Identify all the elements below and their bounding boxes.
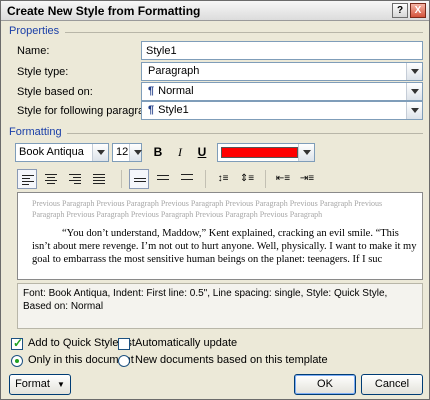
italic-button[interactable]: I — [170, 142, 190, 162]
single-spacing-button[interactable] — [129, 169, 149, 189]
style-type-label: Style type: — [17, 66, 69, 78]
formatting-section-label: Formatting — [9, 126, 62, 138]
justify-button[interactable] — [89, 169, 109, 189]
increase-indent-icon: ⇥≡ — [299, 173, 315, 184]
paragraph-style-icon: ¶ — [148, 85, 155, 97]
add-quick-style-checkbox[interactable] — [11, 336, 23, 350]
style-type-value: Paragraph — [148, 65, 200, 77]
double-spacing-button[interactable] — [177, 169, 197, 189]
chevron-down-icon[interactable] — [129, 144, 142, 161]
font-select[interactable]: Book Antiqua — [15, 143, 109, 162]
sample-paragraph-preview: “You don’t understand, Maddow,” Kent exp… — [32, 228, 417, 265]
decrease-indent-icon: ⇤≡ — [275, 173, 291, 184]
bold-button[interactable]: B — [148, 142, 168, 162]
paragraph-style-icon: ¶ — [148, 104, 155, 116]
based-on-label: Style based on: — [17, 86, 93, 98]
chevron-down-icon[interactable] — [92, 144, 108, 161]
title-bar: Create New Style from Formatting ? X — [1, 1, 429, 21]
increase-paragraph-spacing-icon: ↕≡ — [217, 173, 229, 184]
format-menu-button[interactable]: Format ▼ — [9, 374, 71, 395]
increase-indent-button[interactable]: ⇥≡ — [297, 169, 317, 189]
chevron-down-icon[interactable] — [406, 102, 422, 119]
chevron-down-icon[interactable] — [298, 144, 314, 161]
help-button[interactable]: ? — [392, 3, 408, 18]
properties-divider — [65, 32, 423, 33]
only-this-document-radio[interactable] — [11, 355, 23, 367]
decrease-spacing-button[interactable]: ⇕≡ — [237, 169, 257, 189]
one-half-spacing-button[interactable] — [153, 169, 173, 189]
underline-button[interactable]: U — [192, 142, 212, 162]
triangle-down-icon: ▼ — [56, 380, 65, 389]
align-left-button[interactable] — [17, 169, 37, 189]
previous-paragraph-preview: Previous Paragraph Previous Paragraph Pr… — [32, 199, 383, 219]
font-size-select[interactable]: 12 — [112, 143, 142, 162]
dialog-title: Create New Style from Formatting — [7, 4, 201, 18]
single-spacing-icon — [134, 178, 146, 188]
font-color-select[interactable] — [217, 143, 315, 162]
align-center-icon — [45, 174, 57, 184]
toolbar-separator — [265, 170, 266, 188]
auto-update-label[interactable]: Automatically update — [135, 337, 237, 349]
create-style-dialog: Create New Style from Formatting ? X Pro… — [0, 0, 430, 400]
align-right-button[interactable] — [65, 169, 85, 189]
cancel-button[interactable]: Cancel — [361, 374, 423, 395]
justify-icon — [93, 174, 105, 184]
increase-spacing-button[interactable]: ↕≡ — [213, 169, 233, 189]
double-spacing-icon — [181, 174, 193, 184]
format-button-label: Format — [15, 378, 50, 390]
style-description: Font: Book Antiqua, Indent: First line: … — [17, 283, 423, 329]
align-left-icon — [22, 175, 34, 185]
style-name-input[interactable] — [141, 41, 423, 60]
based-on-select[interactable]: ¶ Normal — [141, 82, 423, 101]
chevron-down-icon[interactable] — [406, 63, 422, 80]
align-right-icon — [69, 174, 81, 184]
formatting-divider — [67, 133, 423, 134]
following-style-select[interactable]: ¶ Style1 — [141, 101, 423, 120]
decrease-paragraph-spacing-icon: ⇕≡ — [239, 173, 255, 184]
style-preview: Previous Paragraph Previous Paragraph Pr… — [17, 192, 423, 280]
new-documents-label[interactable]: New documents based on this template — [135, 354, 328, 366]
font-size-value: 12 — [116, 146, 129, 158]
ok-button[interactable]: OK — [294, 374, 356, 395]
based-on-value: Normal — [158, 85, 194, 97]
one-half-spacing-icon — [157, 175, 169, 185]
align-center-button[interactable] — [41, 169, 61, 189]
new-documents-radio[interactable] — [118, 355, 130, 367]
auto-update-checkbox[interactable] — [118, 338, 130, 350]
decrease-indent-button[interactable]: ⇤≡ — [273, 169, 293, 189]
properties-section-label: Properties — [9, 25, 60, 37]
following-style-value: Style1 — [158, 104, 189, 116]
following-style-label: Style for following paragraph: — [17, 105, 160, 117]
font-color-swatch — [221, 147, 298, 158]
close-button[interactable]: X — [410, 3, 426, 18]
font-value: Book Antiqua — [19, 146, 84, 158]
chevron-down-icon[interactable] — [406, 83, 422, 100]
toolbar-separator — [121, 170, 122, 188]
name-label: Name: — [17, 45, 50, 57]
toolbar-separator — [205, 170, 206, 188]
style-type-select[interactable]: Paragraph — [141, 62, 423, 81]
